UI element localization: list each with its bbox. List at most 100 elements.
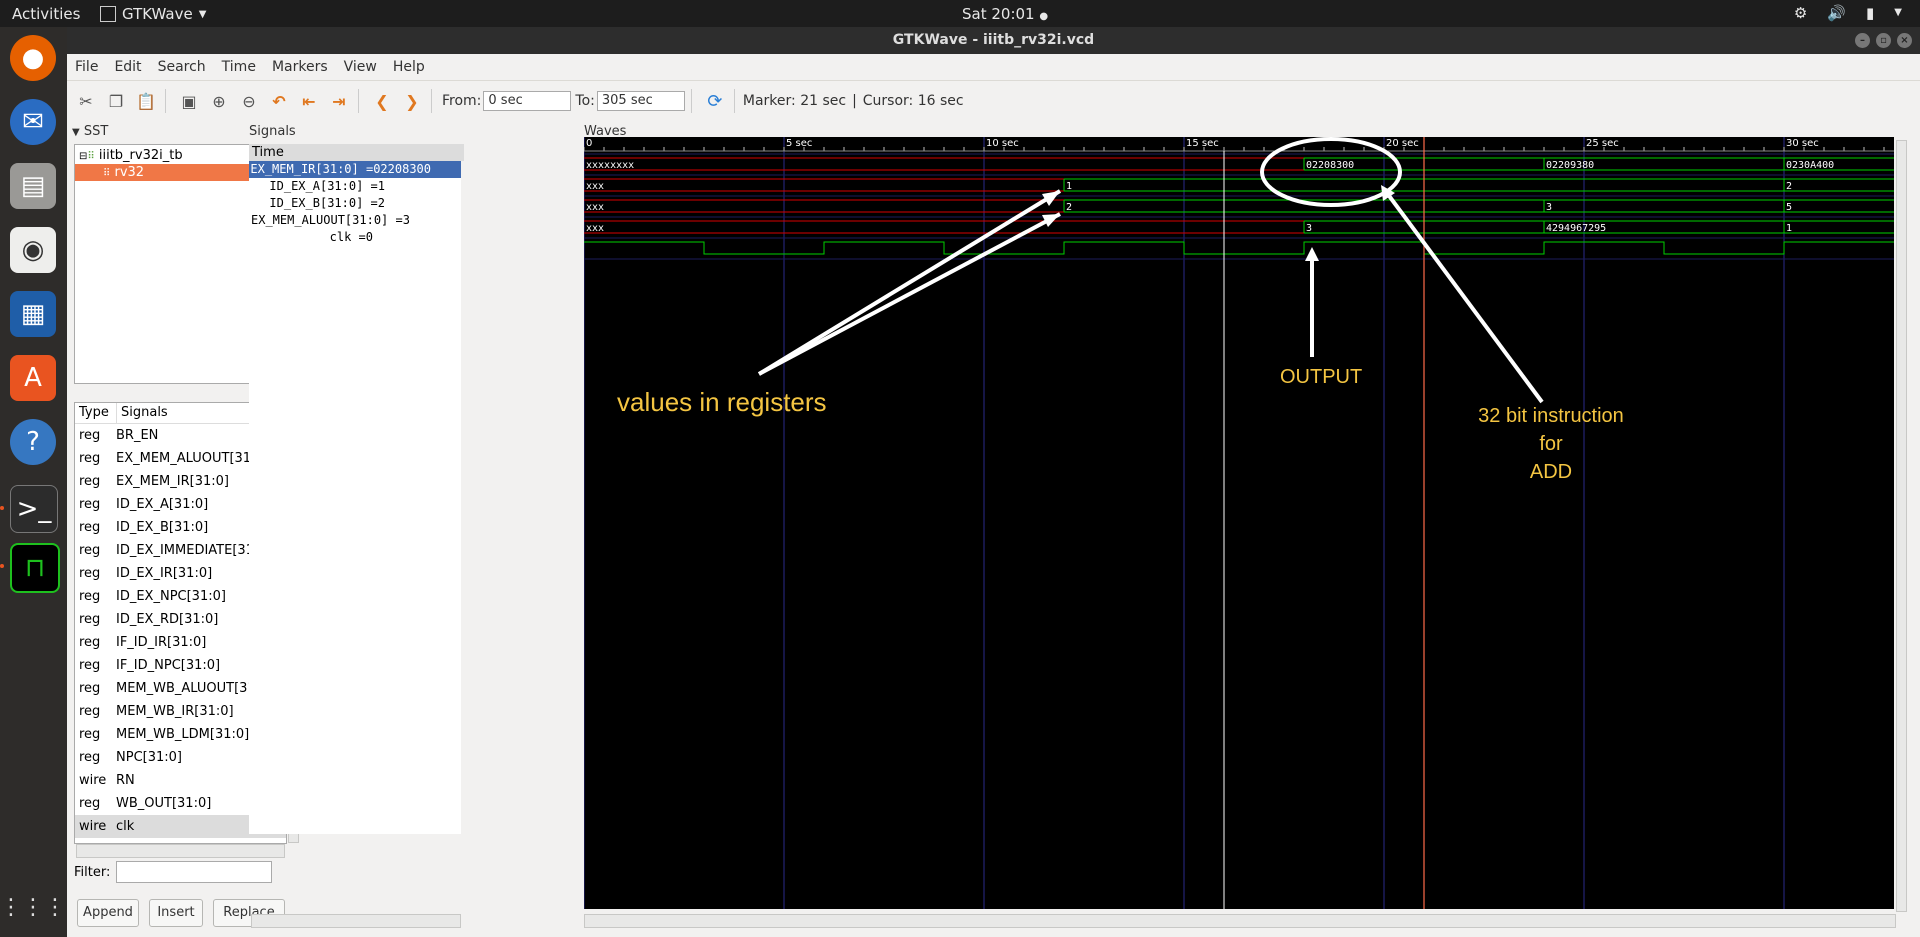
zoom-fit-icon[interactable]: ▣ [176,88,202,114]
annotation-instruction-line2: for [1539,433,1563,455]
bus-value-label: 1 [1786,223,1792,234]
append-button[interactable]: Append [77,899,139,927]
help-icon[interactable]: ? [10,419,56,465]
signal-type: reg [79,497,101,512]
bus-value-label: xxx [586,223,604,234]
dock: ● ✉ ▤ ◉ ▦ A ? >_ ⊓ ⋮⋮⋮ [0,27,67,937]
writer-icon[interactable]: ▦ [10,291,56,337]
zoom-in-icon[interactable]: ⊕ [206,88,232,114]
thunderbird-icon[interactable]: ✉ [10,99,56,145]
time-tick-label: 0 [586,138,592,149]
time-tick-label: 30 sec [1786,138,1819,149]
menu-time[interactable]: Time [214,54,264,80]
notification-dot-icon: ● [1039,11,1049,22]
bus-value-label: 0230A400 [1786,160,1834,171]
bus-value-label: 3 [1546,202,1552,213]
annotation-registers: values in registers [617,387,827,417]
menu-help[interactable]: Help [385,54,433,80]
annotation-output: OUTPUT [1280,366,1362,388]
bus-value-label: 2 [1786,181,1792,192]
app-menu[interactable]: GTKWave ▼ [100,5,206,23]
toolbar-separator [733,89,735,113]
signal-type: reg [79,635,101,650]
paste-icon[interactable]: 📋 [133,88,159,114]
previous-edge-icon[interactable]: ❮ [369,88,395,114]
signal-type: reg [79,750,101,765]
signal-type: reg [79,428,101,443]
terminal-icon[interactable]: >_ [10,485,58,533]
bus-value-label: 2 [1066,202,1072,213]
software-center-icon[interactable]: A [10,355,56,401]
volume-icon: 🔊 [1827,4,1847,22]
signals-pane-label: Signals [249,124,296,139]
menu-file[interactable]: File [67,54,106,80]
time-tick-label: 20 sec [1386,138,1419,149]
from-label: From: [442,93,482,109]
clock[interactable]: Sat 20:01 ● [962,5,1048,23]
signal-row-ex-mem-ir[interactable]: EX_MEM_IR[31:0] =02208300 [249,161,461,178]
reload-icon[interactable]: ⟳ [702,88,728,114]
sst-header[interactable]: ▼ SST [72,124,108,139]
time-header-row[interactable]: Time [249,144,464,161]
rhythmbox-icon[interactable]: ◉ [10,227,56,273]
maximize-button[interactable]: ▫ [1876,33,1891,48]
signals-hscrollbar[interactable] [251,914,461,928]
signal-row-ex-mem-aluout[interactable]: EX_MEM_ALUOUT[31:0] =3 [249,212,463,229]
waves-vscrollbar[interactable] [1896,140,1907,912]
filter-input[interactable] [116,861,273,883]
signal-type: reg [79,681,101,696]
signal-type: reg [79,796,101,811]
running-indicator [0,506,4,510]
cut-icon[interactable]: ✂ [73,88,99,114]
waves-background [584,137,1894,909]
to-time-input[interactable]: 305 sec [596,91,685,111]
menu-bar: File Edit Search Time Markers View Help [67,54,1920,81]
signal-type: reg [79,451,101,466]
zoom-out-icon[interactable]: ⊖ [236,88,262,114]
readout-separator: | [852,93,857,109]
signal-row-id-ex-b[interactable]: ID_EX_B[31:0] =2 [249,195,461,212]
time-tick-label: 25 sec [1586,138,1619,149]
bus-value-label: 02209380 [1546,160,1594,171]
system-tray[interactable]: ⚙ 🔊 ▮ ▼ [1794,4,1902,22]
marker-readout: Marker: 21 sec [742,93,847,109]
activities-button[interactable]: Activities [12,5,80,23]
sst-list-hscrollbar[interactable] [76,844,285,858]
close-button[interactable]: × [1897,33,1912,48]
waves-hscrollbar[interactable] [584,914,1896,928]
files-icon[interactable]: ▤ [10,163,56,209]
triangle-down-icon: ▼ [72,127,80,138]
menu-search[interactable]: Search [150,54,214,80]
signal-type: wire [79,773,107,788]
module-icon: ⠿ [87,151,95,162]
minimize-button[interactable]: – [1855,33,1870,48]
waves-canvas[interactable]: 0 5 sec 10 sec 15 sec 20 sec 25 sec 30 sec xxx… [584,137,1894,909]
signal-type: reg [79,566,101,581]
signal-type: reg [79,543,101,558]
signal-row-clk[interactable]: clk =0 [249,229,461,246]
bus-value-label: xxxxxxxx [586,160,634,171]
toolbar-separator [165,89,166,113]
chevron-down-icon: ▼ [1894,7,1902,18]
time-tick-label: 10 sec [986,138,1019,149]
insert-button[interactable]: Insert [149,899,203,927]
menu-markers[interactable]: Markers [264,54,336,80]
show-applications-icon[interactable]: ⋮⋮⋮ [0,884,66,930]
gtkwave-icon[interactable]: ⊓ [10,543,60,593]
zoom-end-icon[interactable]: ⇥ [326,88,352,114]
zoom-start-icon[interactable]: ⇤ [296,88,322,114]
signal-row-id-ex-a[interactable]: ID_EX_A[31:0] =1 [249,178,461,195]
bus-value-label: 3 [1306,223,1312,234]
copy-icon[interactable]: ❐ [103,88,129,114]
undo-zoom-icon[interactable]: ↶ [266,88,292,114]
menu-view[interactable]: View [336,54,385,80]
from-time-input[interactable]: 0 sec [483,91,572,111]
next-edge-icon[interactable]: ❯ [399,88,425,114]
type-column-header[interactable]: Type [75,403,117,423]
bus-value-label: xxx [586,181,604,192]
annotation-instruction-line1: 32 bit instruction [1478,405,1624,427]
menu-edit[interactable]: Edit [106,54,149,80]
firefox-icon[interactable]: ● [10,35,56,81]
chevron-down-icon: ▼ [198,8,207,20]
tree-node-tb[interactable]: ⊟⠿ iiitb_rv32i_tb [79,147,183,164]
